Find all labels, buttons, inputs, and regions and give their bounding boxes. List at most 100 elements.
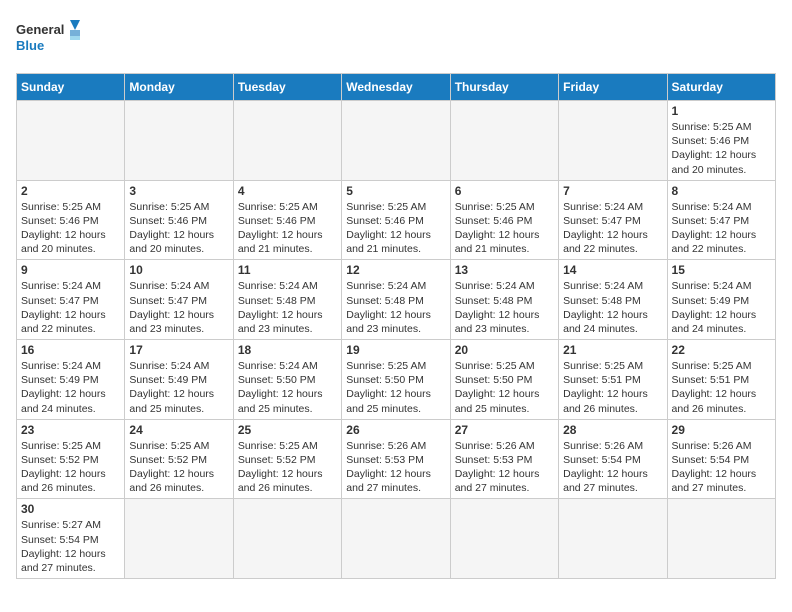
calendar-header-tuesday: Tuesday bbox=[233, 74, 341, 101]
day-info: Sunrise: 5:25 AM Sunset: 5:51 PM Dayligh… bbox=[563, 359, 662, 416]
calendar-cell bbox=[559, 499, 667, 579]
calendar-cell bbox=[450, 499, 558, 579]
day-number: 4 bbox=[238, 184, 337, 198]
calendar-cell: 5Sunrise: 5:25 AM Sunset: 5:46 PM Daylig… bbox=[342, 180, 450, 260]
day-number: 19 bbox=[346, 343, 445, 357]
calendar-cell bbox=[17, 101, 125, 181]
day-number: 2 bbox=[21, 184, 120, 198]
day-number: 8 bbox=[672, 184, 771, 198]
calendar-header-monday: Monday bbox=[125, 74, 233, 101]
calendar-cell bbox=[342, 499, 450, 579]
calendar-cell: 1Sunrise: 5:25 AM Sunset: 5:46 PM Daylig… bbox=[667, 101, 775, 181]
calendar-cell bbox=[667, 499, 775, 579]
day-number: 10 bbox=[129, 263, 228, 277]
day-number: 20 bbox=[455, 343, 554, 357]
day-info: Sunrise: 5:24 AM Sunset: 5:49 PM Dayligh… bbox=[672, 279, 771, 336]
day-info: Sunrise: 5:24 AM Sunset: 5:48 PM Dayligh… bbox=[563, 279, 662, 336]
calendar-cell: 9 Sunrise: 5:24 AM Sunset: 5:47 PM Daylig… bbox=[17, 260, 125, 340]
day-info: Sunrise: 5:25 AM Sunset: 5:52 PM Dayligh… bbox=[238, 439, 337, 496]
logo-icon: General Blue bbox=[16, 16, 86, 61]
day-info: Sunrise: 5:25 AM Sunset: 5:50 PM Dayligh… bbox=[346, 359, 445, 416]
calendar-cell: 13 Sunrise: 5:24 AM Sunset: 5:48 PM Dayli… bbox=[450, 260, 558, 340]
calendar-cell: 14Sunrise: 5:24 AM Sunset: 5:48 PM Dayli… bbox=[559, 260, 667, 340]
day-number: 6 bbox=[455, 184, 554, 198]
calendar-header-row: SundayMondayTuesdayWednesdayThursdayFrid… bbox=[17, 74, 776, 101]
day-info: Sunrise: 5:25 AM Sunset: 5:50 PM Dayligh… bbox=[455, 359, 554, 416]
day-number: 22 bbox=[672, 343, 771, 357]
day-number: 30 bbox=[21, 502, 120, 516]
svg-text:Blue: Blue bbox=[16, 38, 44, 53]
calendar-cell: 17 Sunrise: 5:24 AM Sunset: 5:49 PM Dayli… bbox=[125, 340, 233, 420]
calendar-week-6: 30 Sunrise: 5:27 AM Sunset: 5:54 PM Dayli… bbox=[17, 499, 776, 579]
day-info: Sunrise: 5:24 AM Sunset: 5:47 PM Dayligh… bbox=[672, 200, 771, 257]
calendar-cell: 12 Sunrise: 5:24 AM Sunset: 5:48 PM Dayli… bbox=[342, 260, 450, 340]
day-info: Sunrise: 5:25 AM Sunset: 5:51 PM Dayligh… bbox=[672, 359, 771, 416]
calendar-cell bbox=[125, 101, 233, 181]
calendar-header-sunday: Sunday bbox=[17, 74, 125, 101]
day-info: Sunrise: 5:25 AM Sunset: 5:46 PM Dayligh… bbox=[129, 200, 228, 257]
calendar-cell: 16Sunrise: 5:24 AM Sunset: 5:49 PM Dayli… bbox=[17, 340, 125, 420]
calendar-cell bbox=[233, 101, 341, 181]
calendar-table: SundayMondayTuesdayWednesdayThursdayFrid… bbox=[16, 73, 776, 579]
day-info: Sunrise: 5:24 AM Sunset: 5:48 PM Dayligh… bbox=[455, 279, 554, 336]
day-info: Sunrise: 5:25 AM Sunset: 5:52 PM Dayligh… bbox=[129, 439, 228, 496]
day-number: 7 bbox=[563, 184, 662, 198]
day-info: Sunrise: 5:25 AM Sunset: 5:52 PM Dayligh… bbox=[21, 439, 120, 496]
day-number: 29 bbox=[672, 423, 771, 437]
day-info: Sunrise: 5:26 AM Sunset: 5:53 PM Dayligh… bbox=[455, 439, 554, 496]
calendar-cell bbox=[233, 499, 341, 579]
calendar-cell bbox=[559, 101, 667, 181]
calendar-cell: 8 Sunrise: 5:24 AM Sunset: 5:47 PM Daylig… bbox=[667, 180, 775, 260]
day-number: 15 bbox=[672, 263, 771, 277]
calendar-cell: 24 Sunrise: 5:25 AM Sunset: 5:52 PM Dayli… bbox=[125, 419, 233, 499]
calendar-week-1: 1Sunrise: 5:25 AM Sunset: 5:46 PM Daylig… bbox=[17, 101, 776, 181]
day-info: Sunrise: 5:25 AM Sunset: 5:46 PM Dayligh… bbox=[455, 200, 554, 257]
calendar-cell bbox=[125, 499, 233, 579]
day-number: 18 bbox=[238, 343, 337, 357]
calendar-header-wednesday: Wednesday bbox=[342, 74, 450, 101]
calendar-cell: 3 Sunrise: 5:25 AM Sunset: 5:46 PM Daylig… bbox=[125, 180, 233, 260]
calendar-cell: 30 Sunrise: 5:27 AM Sunset: 5:54 PM Dayli… bbox=[17, 499, 125, 579]
calendar-cell: 15 Sunrise: 5:24 AM Sunset: 5:49 PM Dayli… bbox=[667, 260, 775, 340]
day-number: 24 bbox=[129, 423, 228, 437]
day-info: Sunrise: 5:24 AM Sunset: 5:48 PM Dayligh… bbox=[238, 279, 337, 336]
day-number: 3 bbox=[129, 184, 228, 198]
day-info: Sunrise: 5:24 AM Sunset: 5:47 PM Dayligh… bbox=[21, 279, 120, 336]
day-number: 21 bbox=[563, 343, 662, 357]
day-number: 9 bbox=[21, 263, 120, 277]
day-number: 12 bbox=[346, 263, 445, 277]
calendar-cell: 26 Sunrise: 5:26 AM Sunset: 5:53 PM Dayli… bbox=[342, 419, 450, 499]
day-info: Sunrise: 5:24 AM Sunset: 5:49 PM Dayligh… bbox=[129, 359, 228, 416]
calendar-cell: 28Sunrise: 5:26 AM Sunset: 5:54 PM Dayli… bbox=[559, 419, 667, 499]
day-number: 5 bbox=[346, 184, 445, 198]
logo: General Blue bbox=[16, 16, 86, 61]
day-info: Sunrise: 5:24 AM Sunset: 5:49 PM Dayligh… bbox=[21, 359, 120, 416]
day-number: 17 bbox=[129, 343, 228, 357]
calendar-header-friday: Friday bbox=[559, 74, 667, 101]
calendar-week-3: 9 Sunrise: 5:24 AM Sunset: 5:47 PM Daylig… bbox=[17, 260, 776, 340]
calendar-header-thursday: Thursday bbox=[450, 74, 558, 101]
day-number: 23 bbox=[21, 423, 120, 437]
calendar-cell bbox=[450, 101, 558, 181]
day-info: Sunrise: 5:25 AM Sunset: 5:46 PM Dayligh… bbox=[238, 200, 337, 257]
day-info: Sunrise: 5:27 AM Sunset: 5:54 PM Dayligh… bbox=[21, 518, 120, 575]
day-number: 13 bbox=[455, 263, 554, 277]
day-number: 27 bbox=[455, 423, 554, 437]
day-number: 26 bbox=[346, 423, 445, 437]
day-info: Sunrise: 5:24 AM Sunset: 5:48 PM Dayligh… bbox=[346, 279, 445, 336]
day-info: Sunrise: 5:26 AM Sunset: 5:53 PM Dayligh… bbox=[346, 439, 445, 496]
calendar-cell: 11 Sunrise: 5:24 AM Sunset: 5:48 PM Dayli… bbox=[233, 260, 341, 340]
day-info: Sunrise: 5:26 AM Sunset: 5:54 PM Dayligh… bbox=[563, 439, 662, 496]
calendar-week-4: 16Sunrise: 5:24 AM Sunset: 5:49 PM Dayli… bbox=[17, 340, 776, 420]
calendar-week-2: 2 Sunrise: 5:25 AM Sunset: 5:46 PM Daylig… bbox=[17, 180, 776, 260]
calendar-cell: 29Sunrise: 5:26 AM Sunset: 5:54 PM Dayli… bbox=[667, 419, 775, 499]
calendar-cell bbox=[342, 101, 450, 181]
calendar-week-5: 23 Sunrise: 5:25 AM Sunset: 5:52 PM Dayli… bbox=[17, 419, 776, 499]
calendar-cell: 20 Sunrise: 5:25 AM Sunset: 5:50 PM Dayli… bbox=[450, 340, 558, 420]
calendar-cell: 25 Sunrise: 5:25 AM Sunset: 5:52 PM Dayli… bbox=[233, 419, 341, 499]
svg-text:General: General bbox=[16, 22, 64, 37]
day-info: Sunrise: 5:24 AM Sunset: 5:47 PM Dayligh… bbox=[129, 279, 228, 336]
day-number: 25 bbox=[238, 423, 337, 437]
calendar-cell: 6 Sunrise: 5:25 AM Sunset: 5:46 PM Daylig… bbox=[450, 180, 558, 260]
day-number: 11 bbox=[238, 263, 337, 277]
